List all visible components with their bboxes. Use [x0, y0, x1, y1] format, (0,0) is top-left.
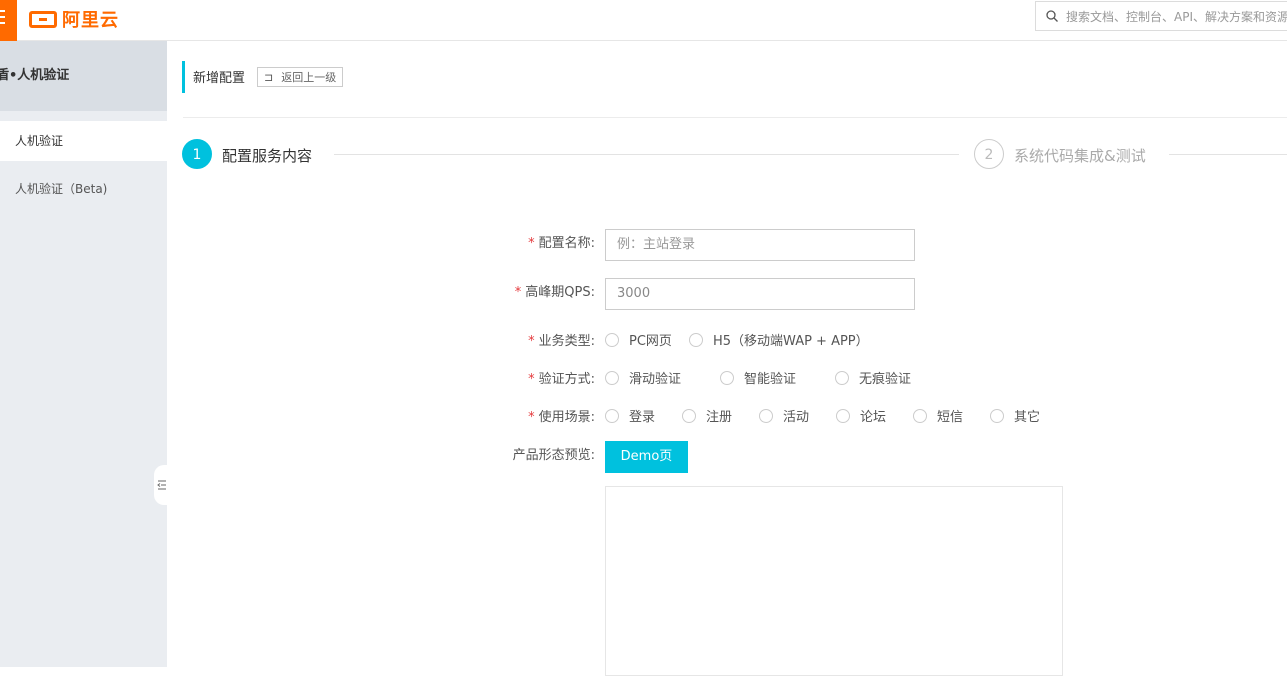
config-name-label: * 配置名称: [528, 236, 595, 251]
verify-method-radio-smart[interactable]: 智能验证 [720, 368, 796, 387]
demo-button[interactable]: Demo页 [605, 441, 688, 473]
radio-circle[interactable] [689, 332, 703, 347]
scene-radio-other[interactable]: 其它 [990, 406, 1040, 425]
aliyun-logo-icon [29, 10, 57, 28]
scene-radio-login[interactable]: 登录 [605, 406, 655, 425]
divider [183, 117, 1287, 118]
page-title: 新增配置 [193, 71, 246, 86]
search-input[interactable]: 搜索文档、控制台、API、解决方案和资源 [1035, 1, 1287, 31]
radio-circle[interactable] [835, 370, 849, 385]
back-label: 返回上一级 [281, 71, 337, 84]
radio-circle[interactable] [720, 370, 734, 385]
collapse-icon [157, 480, 166, 490]
sidebar: 盾•人机验证 人机验证 人机验证（Beta) [0, 41, 168, 667]
preview-label: 产品形态预览: [512, 448, 595, 463]
radio-circle[interactable] [605, 332, 619, 347]
radio-circle[interactable] [605, 408, 619, 423]
radio-circle[interactable] [836, 408, 850, 423]
radio-circle[interactable] [605, 370, 619, 385]
menu-icon[interactable] [0, 0, 17, 41]
search-icon [1046, 10, 1058, 22]
business-type-radio-h5[interactable]: H5（移动端WAP + APP） [689, 330, 869, 349]
scene-radio-register[interactable]: 注册 [682, 406, 732, 425]
scene-radio-forum[interactable]: 论坛 [836, 406, 886, 425]
scene-radio-sms[interactable]: 短信 [913, 406, 963, 425]
config-name-input[interactable]: 例：主站登录 [605, 229, 915, 261]
business-type-radio-pc[interactable]: PC网页 [605, 330, 672, 349]
verify-method-radio-invisible[interactable]: 无痕验证 [835, 368, 911, 387]
search-placeholder: 搜索文档、控制台、API、解决方案和资源 [1066, 9, 1287, 24]
preview-area [605, 486, 1063, 676]
scene-label: * 使用场景: [528, 410, 595, 425]
step-1-label: 配置服务内容 [222, 147, 313, 165]
verify-method-radio-slide[interactable]: 滑动验证 [605, 368, 681, 387]
sidebar-item-captcha-beta[interactable]: 人机验证（Beta) [0, 169, 167, 209]
scene-radio-activity[interactable]: 活动 [759, 406, 809, 425]
radio-circle[interactable] [759, 408, 773, 423]
step-2-label: 系统代码集成&测试 [1014, 147, 1146, 165]
logo-text: 阿里云 [62, 10, 119, 31]
radio-circle[interactable] [913, 408, 927, 423]
business-type-label: * 业务类型: [528, 334, 595, 349]
step-connector [334, 154, 959, 155]
sidebar-collapse-toggle[interactable] [154, 465, 168, 505]
verify-method-label: * 验证方式: [528, 372, 595, 387]
sidebar-item-captcha[interactable]: 人机验证 [0, 121, 167, 161]
peak-qps-input[interactable]: 3000 [605, 278, 915, 310]
step-2-number: 2 [974, 139, 1004, 169]
radio-circle[interactable] [682, 408, 696, 423]
radio-circle[interactable] [990, 408, 1004, 423]
main-content: 新增配置 ⊐ 返回上一级 1 配置服务内容 2 系统代码集成&测试 * 配置名称:… [167, 41, 1287, 676]
step-connector-tail [1169, 154, 1287, 155]
return-icon: ⊐ [264, 70, 274, 84]
sidebar-title: 盾•人机验证 [0, 41, 167, 111]
aliyun-logo[interactable]: 阿里云 [29, 7, 119, 31]
top-bar: 阿里云 搜索文档、控制台、API、解决方案和资源 [0, 0, 1287, 41]
title-accent-bar [182, 61, 185, 93]
peak-qps-label: * 高峰期QPS: [514, 285, 595, 300]
back-button[interactable]: ⊐ 返回上一级 [257, 67, 344, 87]
step-1-number: 1 [182, 139, 212, 169]
